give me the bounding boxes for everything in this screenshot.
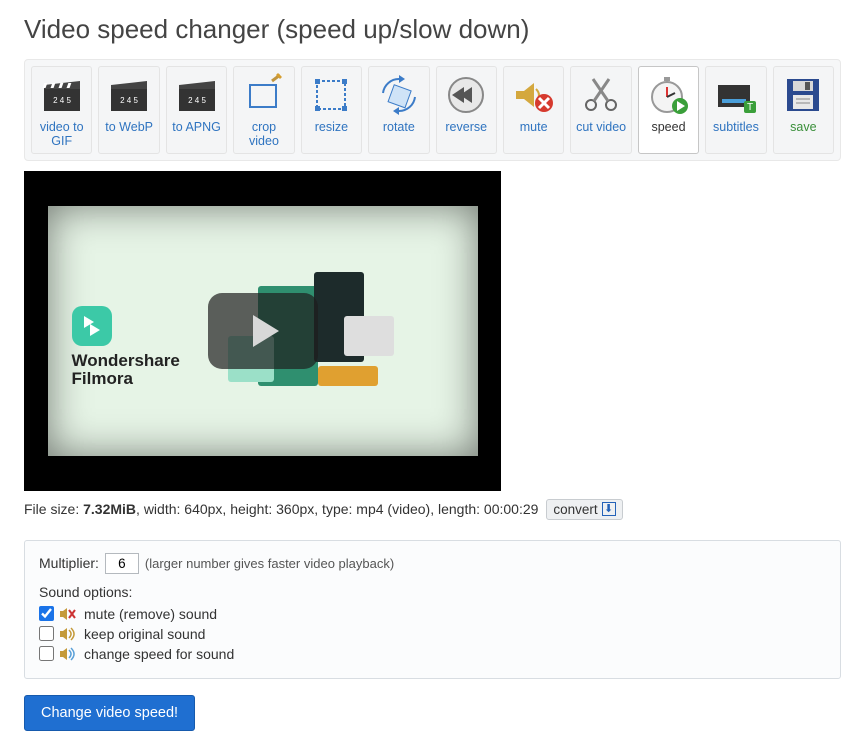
tool-save[interactable]: save xyxy=(773,66,834,154)
tool-label: crop video xyxy=(236,120,291,149)
scissors-icon xyxy=(579,73,623,117)
page-title: Video speed changer (speed up/slow down) xyxy=(24,14,841,45)
tool-rotate[interactable]: rotate xyxy=(368,66,429,154)
resize-icon xyxy=(309,73,353,117)
file-size: 7.32MiB xyxy=(83,501,136,517)
tool-speed[interactable]: speed xyxy=(638,66,699,154)
svg-text:2 4 5: 2 4 5 xyxy=(188,96,206,105)
tool-label: mute xyxy=(520,120,548,134)
tool-video-to-gif[interactable]: 2 4 5 video to GIF xyxy=(31,66,92,154)
speaker-muted-icon xyxy=(60,607,78,621)
stopwatch-icon xyxy=(647,73,691,117)
option-mute-sound[interactable]: mute (remove) sound xyxy=(39,606,826,622)
convert-button[interactable]: convert ⬇ xyxy=(546,499,622,520)
speaker-fast-icon xyxy=(60,647,78,661)
rotate-icon xyxy=(377,73,421,117)
reverse-icon xyxy=(444,73,488,117)
tool-label: to APNG xyxy=(172,120,221,134)
svg-text:2 4 5: 2 4 5 xyxy=(120,96,138,105)
tool-to-apng[interactable]: 2 4 5 to APNG xyxy=(166,66,227,154)
clapper-icon: 2 4 5 xyxy=(107,73,151,117)
save-icon xyxy=(781,73,825,117)
clapper-icon: 2 4 5 xyxy=(175,73,219,117)
checkbox-mute[interactable] xyxy=(39,606,54,621)
tool-label: save xyxy=(790,120,816,134)
tool-cut-video[interactable]: cut video xyxy=(570,66,631,154)
play-button-icon[interactable] xyxy=(208,293,318,369)
tool-label: resize xyxy=(315,120,348,134)
multiplier-input[interactable] xyxy=(105,553,139,574)
multiplier-hint: (larger number gives faster video playba… xyxy=(145,556,394,571)
download-icon: ⬇ xyxy=(602,502,616,516)
checkbox-keep[interactable] xyxy=(39,626,54,641)
video-preview[interactable]: Wondershare Filmora xyxy=(24,171,501,491)
video-brand: Wondershare Filmora xyxy=(72,306,180,388)
multiplier-label: Multiplier: xyxy=(39,555,99,571)
video-brand-text: Wondershare Filmora xyxy=(72,352,180,388)
option-label: mute (remove) sound xyxy=(84,606,217,622)
option-label: change speed for sound xyxy=(84,646,234,662)
tool-label: video to GIF xyxy=(34,120,89,149)
change-speed-button[interactable]: Change video speed! xyxy=(24,695,195,731)
options-panel: Multiplier: (larger number gives faster … xyxy=(24,540,841,679)
tool-subtitles[interactable]: T subtitles xyxy=(705,66,766,154)
tool-crop-video[interactable]: crop video xyxy=(233,66,294,154)
tool-label: reverse xyxy=(445,120,487,134)
tool-label: subtitles xyxy=(713,120,759,134)
crop-icon xyxy=(242,73,286,117)
tool-reverse[interactable]: reverse xyxy=(436,66,497,154)
tool-label: rotate xyxy=(383,120,415,134)
tool-resize[interactable]: resize xyxy=(301,66,362,154)
clapper-icon: 2 4 5 xyxy=(40,73,84,117)
tool-mute[interactable]: mute xyxy=(503,66,564,154)
tool-to-webp[interactable]: 2 4 5 to WebP xyxy=(98,66,159,154)
tool-label: speed xyxy=(651,120,685,134)
option-label: keep original sound xyxy=(84,626,205,642)
toolbar: 2 4 5 video to GIF 2 4 5 to WebP 2 4 5 t… xyxy=(24,59,841,161)
sound-options-header: Sound options: xyxy=(39,584,826,600)
mute-icon xyxy=(512,73,556,117)
speaker-icon xyxy=(60,627,78,641)
tool-label: cut video xyxy=(576,120,626,134)
file-info: File size: 7.32MiB, width: 640px, height… xyxy=(24,499,841,520)
filmora-logo-icon xyxy=(72,306,112,346)
option-keep-sound[interactable]: keep original sound xyxy=(39,626,826,642)
tool-label: to WebP xyxy=(105,120,153,134)
checkbox-change[interactable] xyxy=(39,646,54,661)
svg-text:2 4 5: 2 4 5 xyxy=(53,96,71,105)
subtitles-icon: T xyxy=(714,73,758,117)
svg-text:T: T xyxy=(747,102,753,113)
option-change-sound-speed[interactable]: change speed for sound xyxy=(39,646,826,662)
